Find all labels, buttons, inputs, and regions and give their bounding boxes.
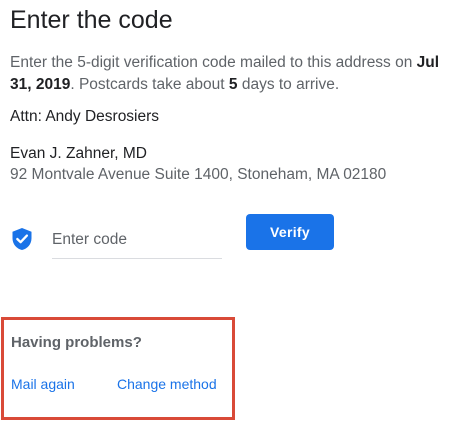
address-name: Evan J. Zahner, MD xyxy=(10,145,147,162)
instructions-middle: . Postcards take about xyxy=(70,76,229,93)
having-problems-title: Having problems? xyxy=(11,334,142,351)
instructions-prefix: Enter the 5-digit verification code mail… xyxy=(10,54,417,71)
mail-again-link[interactable]: Mail again xyxy=(11,376,75,392)
verified-shield-icon xyxy=(12,228,32,250)
delivery-days: 5 xyxy=(228,76,238,93)
verify-button[interactable]: Verify xyxy=(246,214,334,250)
having-problems-section: Having problems? Mail again Change metho… xyxy=(1,317,235,420)
address-street: 92 Montvale Avenue Suite 1400, Stoneham,… xyxy=(10,166,387,183)
instructions-suffix: days to arrive. xyxy=(237,76,340,93)
page-title: Enter the code xyxy=(10,6,173,34)
code-input[interactable] xyxy=(52,222,222,259)
address-attn: Attn: Andy Desrosiers xyxy=(10,108,160,125)
instructions-text: Enter the 5-digit verification code mail… xyxy=(10,52,455,96)
change-method-link[interactable]: Change method xyxy=(117,376,217,392)
